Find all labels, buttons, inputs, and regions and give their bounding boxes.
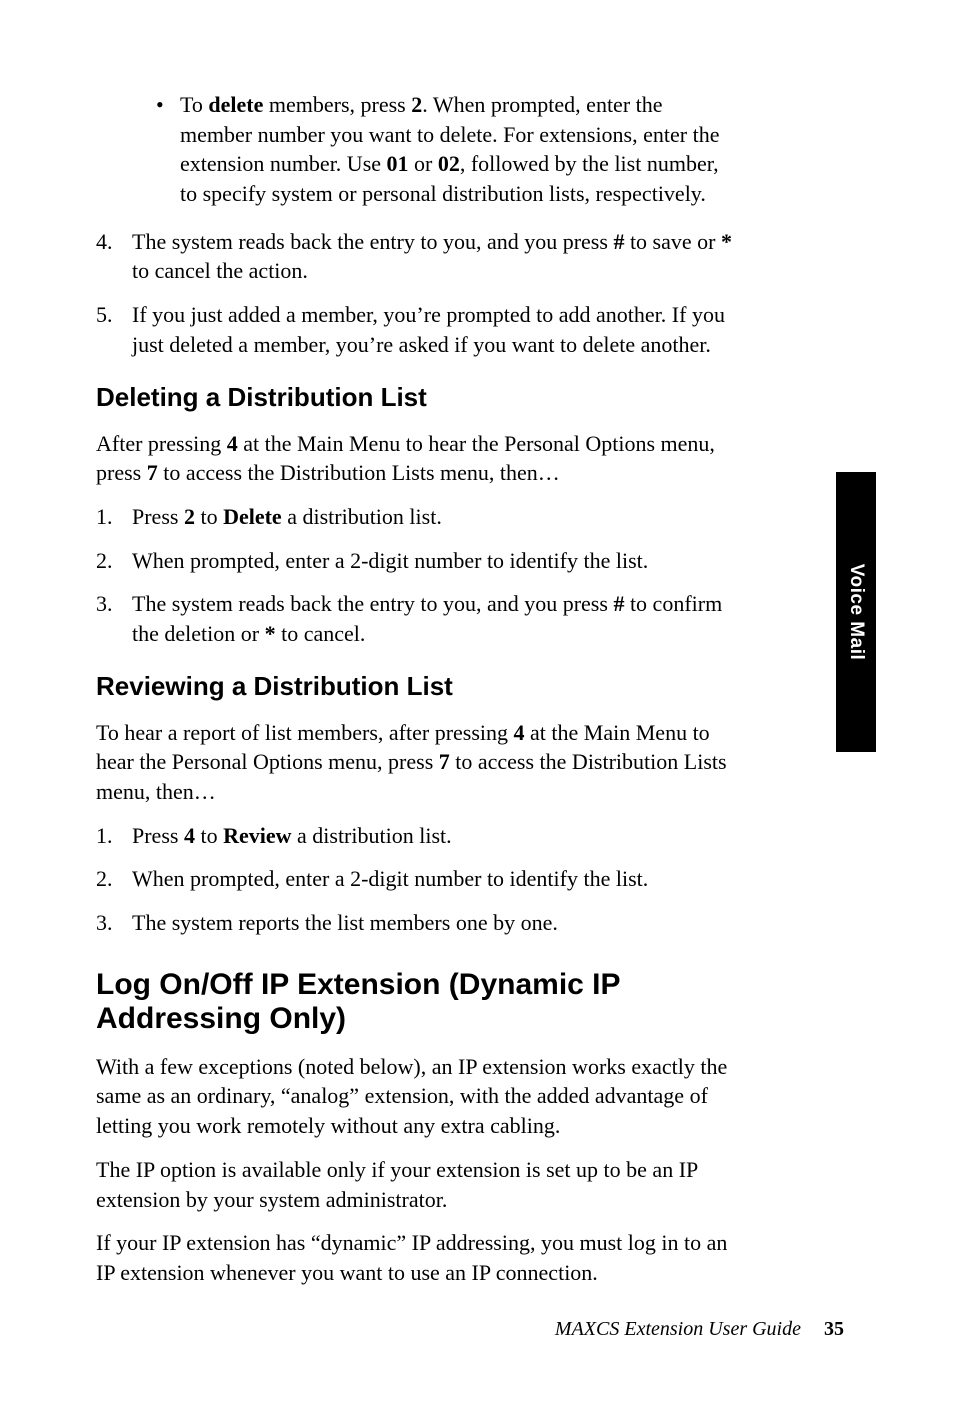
- step-text: If you just added a member, you’re promp…: [132, 300, 736, 359]
- bullet-text: To delete members, press 2. When prompte…: [180, 90, 736, 209]
- step-text: The system reads back the entry to you, …: [132, 227, 736, 286]
- page-footer: MAXCS Extension User Guide 35: [555, 1318, 844, 1341]
- footer-title: MAXCS Extension User Guide: [555, 1318, 801, 1340]
- step-text: Press 4 to Review a distribution list.: [132, 821, 736, 851]
- heading-deleting: Deleting a Distribution List: [96, 382, 736, 413]
- list-a-item-1: 1. Press 2 to Delete a distribution list…: [96, 502, 736, 532]
- heading-log-on-off: Log On/Off IP Extension (Dynamic IP Addr…: [96, 968, 736, 1036]
- step-number: 2.: [96, 546, 132, 576]
- content-column: • To delete members, press 2. When promp…: [96, 90, 736, 1288]
- step-text: Press 2 to Delete a distribution list.: [132, 502, 736, 532]
- step-text: When prompted, enter a 2-digit number to…: [132, 546, 736, 576]
- side-tab: Voice Mail: [836, 472, 876, 752]
- para-ip-3: If your IP extension has “dynamic” IP ad…: [96, 1228, 736, 1287]
- list-a-item-3: 3. The system reads back the entry to yo…: [96, 589, 736, 648]
- step-number: 1.: [96, 821, 132, 851]
- step-4: 4. The system reads back the entry to yo…: [96, 227, 736, 286]
- para-reviewing-intro: To hear a report of list members, after …: [96, 718, 736, 807]
- list-a-item-2: 2. When prompted, enter a 2-digit number…: [96, 546, 736, 576]
- step-number: 4.: [96, 227, 132, 286]
- para-ip-2: The IP option is available only if your …: [96, 1155, 736, 1214]
- step-number: 1.: [96, 502, 132, 532]
- step-number: 3.: [96, 908, 132, 938]
- bullet-mark: •: [156, 90, 180, 209]
- footer-page-number: 35: [824, 1318, 844, 1340]
- step-text: The system reads back the entry to you, …: [132, 589, 736, 648]
- bullet-item: • To delete members, press 2. When promp…: [156, 90, 736, 209]
- step-text: When prompted, enter a 2-digit number to…: [132, 864, 736, 894]
- para-deleting-intro: After pressing 4 at the Main Menu to hea…: [96, 429, 736, 488]
- list-b-item-1: 1. Press 4 to Review a distribution list…: [96, 821, 736, 851]
- para-ip-1: With a few exceptions (noted below), an …: [96, 1052, 736, 1141]
- step-5: 5. If you just added a member, you’re pr…: [96, 300, 736, 359]
- step-number: 3.: [96, 589, 132, 648]
- list-b-item-2: 2. When prompted, enter a 2-digit number…: [96, 864, 736, 894]
- page: • To delete members, press 2. When promp…: [0, 0, 954, 1411]
- heading-reviewing: Reviewing a Distribution List: [96, 671, 736, 702]
- step-text: The system reports the list members one …: [132, 908, 736, 938]
- step-number: 5.: [96, 300, 132, 359]
- step-number: 2.: [96, 864, 132, 894]
- list-b-item-3: 3. The system reports the list members o…: [96, 908, 736, 938]
- side-tab-label: Voice Mail: [845, 564, 867, 661]
